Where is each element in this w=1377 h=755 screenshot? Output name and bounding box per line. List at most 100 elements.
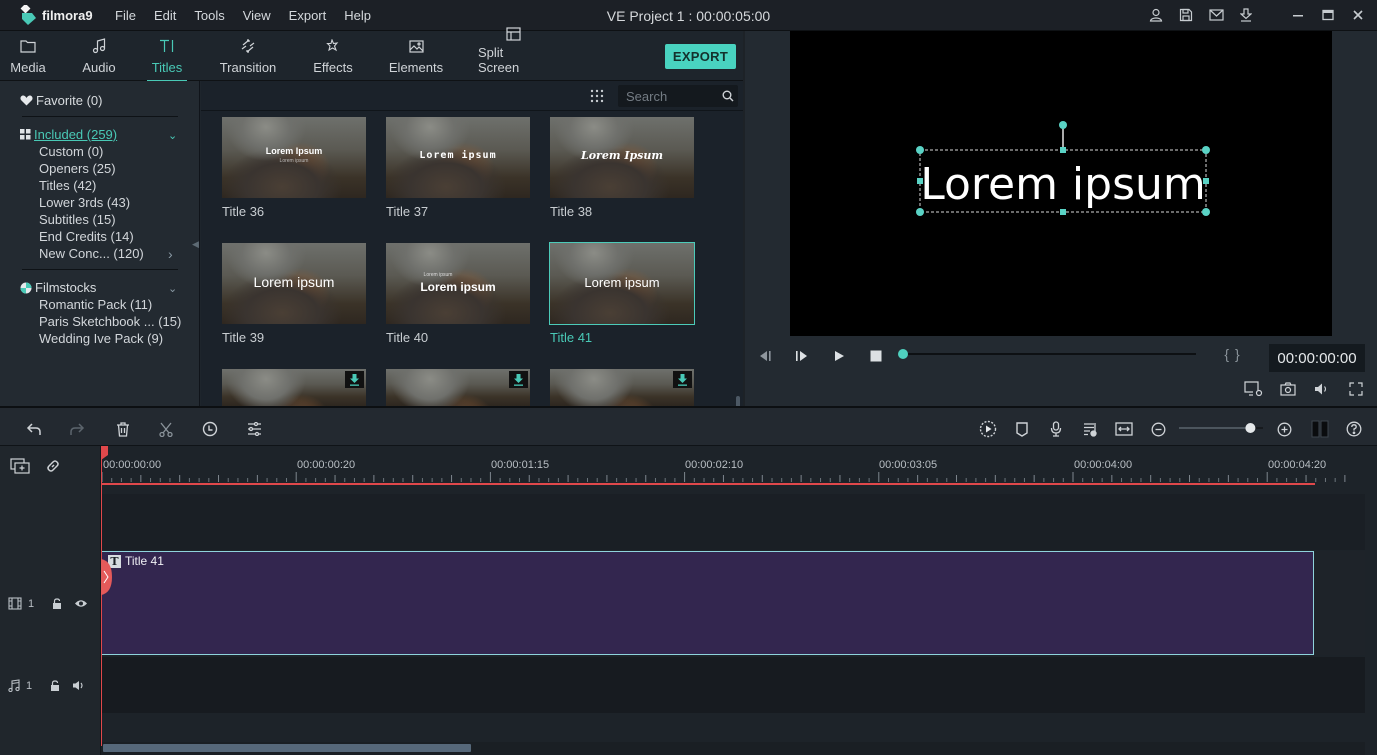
sidebar-item-titles[interactable]: Titles (42): [39, 178, 96, 193]
zoom-in-icon[interactable]: [1273, 418, 1295, 440]
chevron-down-icon[interactable]: ⌄: [168, 129, 177, 142]
menu-file[interactable]: File: [115, 8, 136, 23]
mark-in-out-icon[interactable]: {}: [1220, 346, 1250, 362]
title-thumbnail[interactable]: [386, 369, 530, 406]
playback-progress-slider[interactable]: [897, 348, 1199, 360]
timeline-zoom-slider[interactable]: [1177, 421, 1267, 435]
sidebar-item-new-concepts[interactable]: New Conc... (120): [39, 246, 144, 261]
menu-view[interactable]: View: [243, 8, 271, 23]
sidebar-item-openers[interactable]: Openers (25): [39, 161, 116, 176]
voiceover-icon[interactable]: [1079, 418, 1101, 440]
playhead-handle[interactable]: [101, 446, 109, 460]
menu-help[interactable]: Help: [344, 8, 371, 23]
timeline-scrollbar[interactable]: [101, 742, 1365, 755]
download-icon[interactable]: [1237, 6, 1255, 24]
sidebar-item-favorite[interactable]: Favorite (0): [20, 93, 102, 108]
search-icon[interactable]: [722, 90, 734, 102]
title-thumbnail[interactable]: Lorem ipsum: [222, 243, 366, 324]
render-preview-icon[interactable]: [977, 418, 999, 440]
help-icon[interactable]: [1343, 418, 1365, 440]
sidebar-item-paris-sketchbook[interactable]: Paris Sketchbook ... (15): [39, 314, 181, 329]
download-icon[interactable]: [673, 371, 692, 388]
snapshot-icon[interactable]: [1278, 380, 1298, 398]
microphone-icon[interactable]: [1045, 418, 1067, 440]
sidebar-item-end-credits[interactable]: End Credits (14): [39, 229, 134, 244]
account-icon[interactable]: [1147, 6, 1165, 24]
ruler-label: 00:00:04:00: [1074, 459, 1133, 471]
tab-elements[interactable]: Elements: [388, 31, 444, 81]
download-icon[interactable]: [345, 371, 364, 388]
menu-tools[interactable]: Tools: [194, 8, 224, 23]
layout-toggle-icon[interactable]: [1309, 418, 1331, 440]
tab-effects[interactable]: Effects: [312, 31, 354, 81]
adjust-icon[interactable]: [243, 418, 265, 440]
sidebar-item-romantic-pack[interactable]: Romantic Pack (11): [39, 297, 152, 312]
stop-icon[interactable]: [868, 348, 884, 364]
audio-track-1[interactable]: [101, 657, 1365, 713]
minimize-icon[interactable]: [1289, 6, 1307, 24]
delete-icon[interactable]: [112, 418, 134, 440]
speaker-icon[interactable]: [72, 680, 86, 691]
link-icon[interactable]: [45, 458, 61, 474]
render-settings-icon[interactable]: [1243, 380, 1265, 398]
marker-icon[interactable]: [1011, 418, 1033, 440]
add-track-icon[interactable]: [10, 458, 30, 474]
download-icon[interactable]: [509, 371, 528, 388]
title-thumbnail[interactable]: Lorem Ipsum: [550, 117, 694, 198]
tab-media[interactable]: Media: [10, 31, 46, 81]
search-input[interactable]: [626, 88, 716, 104]
undo-icon[interactable]: [23, 418, 45, 440]
title-thumbnail[interactable]: Lorem Ipsum Lorem ipsum: [222, 117, 366, 198]
close-icon[interactable]: [1349, 6, 1367, 24]
grid-view-icon[interactable]: [590, 89, 604, 103]
menu-edit[interactable]: Edit: [154, 8, 176, 23]
tab-audio[interactable]: Audio: [80, 31, 118, 81]
timeline-scrollbar-thumb[interactable]: [103, 744, 471, 752]
tab-transition[interactable]: Transition: [218, 31, 278, 81]
sidebar-item-lower-3rds[interactable]: Lower 3rds (43): [39, 195, 130, 210]
mail-icon[interactable]: [1207, 6, 1225, 24]
save-icon[interactable]: [1177, 6, 1195, 24]
chevron-down-icon[interactable]: ⌄: [168, 282, 177, 295]
fit-timeline-icon[interactable]: [1113, 418, 1135, 440]
maximize-icon[interactable]: [1319, 6, 1337, 24]
volume-icon[interactable]: [1312, 380, 1332, 398]
zoom-out-icon[interactable]: [1147, 418, 1169, 440]
sidebar-item-custom[interactable]: Custom (0): [39, 144, 103, 159]
title-thumbnail[interactable]: [550, 369, 694, 406]
title-clip[interactable]: T Title 41: [101, 551, 1314, 655]
scissors-marker-icon[interactable]: [101, 559, 112, 595]
sidebar-item-subtitles[interactable]: Subtitles (15): [39, 212, 116, 227]
tab-titles[interactable]: Titles: [147, 31, 187, 82]
title-thumbnail[interactable]: [222, 369, 366, 406]
playhead[interactable]: [101, 446, 102, 746]
sidebar-item-included[interactable]: Included (259): [20, 127, 117, 142]
play-icon[interactable]: [831, 348, 847, 364]
lock-icon[interactable]: [50, 680, 60, 691]
title-thumbnail-selected[interactable]: Lorem ipsum: [549, 242, 695, 325]
video-track-1[interactable]: T Title 41: [101, 551, 1365, 655]
empty-track[interactable]: [101, 494, 1365, 550]
eye-icon[interactable]: [74, 599, 88, 608]
redo-icon[interactable]: [66, 418, 88, 440]
image-icon: [408, 36, 424, 56]
lock-icon[interactable]: [52, 598, 62, 609]
preview-title-text[interactable]: Lorem ipsum: [920, 159, 1206, 210]
duration-icon[interactable]: [199, 418, 221, 440]
tab-split-screen[interactable]: Split Screen: [478, 27, 548, 81]
title-thumbnail[interactable]: Lorem ipsum: [386, 117, 530, 198]
title-thumbnail[interactable]: Lorem ipsum Lorem ipsum: [386, 243, 530, 324]
prev-frame-icon[interactable]: [757, 348, 773, 364]
next-frame-icon[interactable]: [794, 348, 810, 364]
collapse-sidebar-icon[interactable]: ◀: [192, 239, 199, 250]
chevron-right-icon[interactable]: ›: [168, 246, 173, 262]
sidebar-item-filmstocks[interactable]: Filmstocks: [20, 280, 96, 295]
filmstocks-icon: [20, 282, 32, 294]
export-button[interactable]: EXPORT: [665, 44, 736, 69]
fullscreen-icon[interactable]: [1346, 380, 1366, 398]
menu-export[interactable]: Export: [289, 8, 327, 23]
timeline-ruler[interactable]: 00:00:00:00 00:00:00:20 00:00:01:15 00:0…: [101, 446, 1377, 488]
sidebar-item-wedding-pack[interactable]: Wedding Ive Pack (9): [39, 331, 163, 346]
ruler-label: 00:00:00:00: [103, 459, 162, 471]
cut-icon[interactable]: [155, 418, 177, 440]
